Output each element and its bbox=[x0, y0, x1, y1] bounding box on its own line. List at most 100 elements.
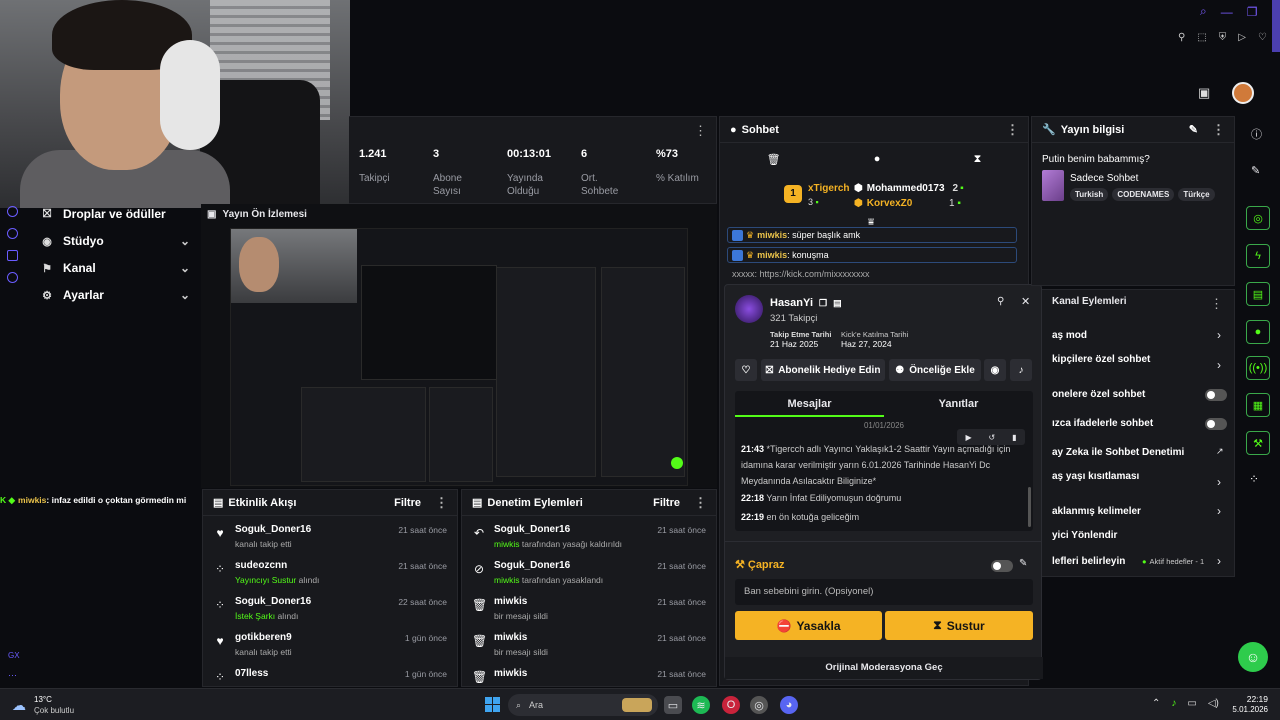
action-followers-only[interactable]: kipçilere özel sohbet bbox=[1052, 354, 1150, 365]
action-ai-moderation[interactable]: ay Zeka ile Sohbet Denetimi bbox=[1052, 447, 1184, 458]
gift-sub-button[interactable]: ⛝ Abonelik Hediye Edin bbox=[761, 359, 885, 381]
external-link-icon[interactable]: ↗ bbox=[1216, 446, 1224, 457]
restore-icon[interactable]: ❐ bbox=[1247, 5, 1258, 19]
moderation-menu-button[interactable]: ⋮ bbox=[694, 495, 707, 511]
feed-user[interactable]: miwkis bbox=[494, 596, 527, 607]
minimize-icon[interactable]: — bbox=[1221, 5, 1233, 19]
subs-only-toggle[interactable] bbox=[1205, 389, 1227, 401]
follow-heart-button[interactable]: ♡ bbox=[735, 359, 757, 381]
scrollbar[interactable] bbox=[1272, 0, 1280, 52]
theater-icon[interactable]: ▣ bbox=[1198, 85, 1210, 101]
more-icon[interactable]: ⋯ bbox=[8, 670, 17, 681]
pencil-icon[interactable]: ✎ bbox=[1251, 164, 1260, 177]
feed-user[interactable]: miwkis bbox=[494, 632, 527, 643]
steam-icon[interactable]: ◎ bbox=[750, 696, 768, 714]
activity-menu-button[interactable]: ⋮ bbox=[435, 495, 448, 511]
moderation-filter-button[interactable]: Filtre bbox=[653, 497, 680, 509]
feed-user[interactable]: gotikberen9 bbox=[235, 632, 292, 643]
history-message[interactable]: 22:19 en ön kotuğa geliceğim bbox=[741, 512, 859, 522]
chevron-right-icon[interactable]: › bbox=[1217, 554, 1221, 568]
chat-icon[interactable]: ● bbox=[1246, 320, 1270, 344]
heart-icon[interactable]: ♡ bbox=[1258, 32, 1267, 43]
tag[interactable]: CODENAMES bbox=[1112, 188, 1175, 201]
chat-bubble-icon[interactable]: ● bbox=[874, 153, 881, 165]
action-emote-only[interactable]: ızca ifadelerle sohbet bbox=[1052, 418, 1153, 429]
emote-only-toggle[interactable] bbox=[1205, 418, 1227, 430]
wrench-icon[interactable]: ⚒ bbox=[1246, 431, 1270, 455]
history-message[interactable]: 21:43 *Tigercch adlı Yayıncı Yaklaşık1-2… bbox=[741, 441, 1025, 489]
mic-icon[interactable]: ♪ bbox=[1171, 698, 1176, 709]
rail-icon[interactable] bbox=[7, 228, 18, 239]
feed-row[interactable]: ⁘ sudeozcnn Yayıncıyı Sustur alındı 21 saat… bbox=[203, 556, 457, 592]
chatter-row[interactable]: ⬢ Mohammed0173 2 ▪ bbox=[854, 183, 964, 194]
nav-channel[interactable]: ⚑ Kanal ⌄ bbox=[40, 258, 190, 278]
gear-icon[interactable] bbox=[7, 272, 18, 283]
channel-actions-menu-button[interactable]: ⋮ bbox=[1210, 296, 1223, 312]
stream-info-menu-button[interactable]: ⋮ bbox=[1212, 122, 1225, 138]
trash-icon[interactable]: 🗑 bbox=[767, 153, 781, 166]
trash-icon[interactable]: ▮ bbox=[1012, 433, 1016, 442]
moderation-icon[interactable]: ▦ bbox=[1246, 393, 1270, 417]
user-name[interactable]: HasanYi bbox=[770, 297, 813, 309]
chevron-up-icon[interactable]: ⌃ bbox=[1152, 698, 1160, 709]
help-button[interactable]: ☺ bbox=[1238, 642, 1268, 672]
kick-icon[interactable]: ⁘ bbox=[1249, 472, 1259, 486]
activity-filter-button[interactable]: Filtre bbox=[394, 497, 421, 509]
tab-replies[interactable]: Yanıtlar bbox=[884, 391, 1033, 417]
feed-row[interactable]: ↶ Soguk_Doner16 miwkis tarafından yasağı k… bbox=[462, 520, 716, 556]
clipboard-icon[interactable]: ▤ bbox=[1246, 282, 1270, 306]
tab-messages[interactable]: Mesajlar bbox=[735, 391, 884, 417]
category-thumbnail[interactable] bbox=[1042, 170, 1064, 201]
notes-icon[interactable]: ▤ bbox=[833, 298, 842, 309]
chat-message[interactable]: ♛ miwkis : süper başlık amk bbox=[727, 227, 1017, 243]
pin-icon[interactable]: ⚲ bbox=[997, 296, 1004, 307]
scrollbar[interactable] bbox=[1028, 487, 1031, 527]
avatar[interactable] bbox=[1232, 82, 1254, 104]
action-subs-only[interactable]: onelere özel sohbet bbox=[1052, 389, 1145, 400]
search-icon[interactable]: ⌕ bbox=[1200, 4, 1207, 19]
chat-message[interactable]: ♛ miwkis : konuşma bbox=[727, 247, 1017, 263]
tag[interactable]: Türkçe bbox=[1178, 188, 1215, 201]
history-message[interactable]: 22:18 Yarın İnfat Ediliyomuşun doğrumu bbox=[741, 493, 901, 503]
ban-reason-input[interactable]: Ban sebebini girin. (Opsiyonel) bbox=[735, 579, 1033, 605]
feed-user[interactable]: Soguk_Doner16 bbox=[235, 524, 311, 535]
task-view-icon[interactable]: ▭ bbox=[664, 696, 682, 714]
pin-icon[interactable]: ⚲ bbox=[1178, 32, 1185, 43]
feed-row[interactable]: 🗑 miwkis bir mesajı sildi 21 saat önce bbox=[462, 628, 716, 664]
action-raid[interactable]: yici Yönlendir bbox=[1052, 530, 1117, 541]
ticker-user[interactable]: miwkis bbox=[18, 495, 46, 505]
chat-menu-button[interactable]: ⋮ bbox=[1006, 122, 1019, 138]
hourglass-icon[interactable]: ⧗ bbox=[974, 153, 982, 166]
discord-icon[interactable]: ◕ bbox=[780, 696, 798, 714]
feed-row[interactable]: ⁘ Soguk_Doner16 İstek Şarkı alındı 22 saat … bbox=[203, 592, 457, 628]
record-icon[interactable]: ◎ bbox=[1246, 206, 1270, 230]
original-moderation-button[interactable]: Orijinal Moderasyona Geç bbox=[725, 657, 1043, 679]
popout-icon[interactable]: ⬚ bbox=[1197, 32, 1206, 43]
shield-icon[interactable]: ⛨ bbox=[1219, 32, 1227, 43]
volume-icon[interactable]: ◁) bbox=[1208, 698, 1219, 709]
feed-user[interactable]: sudeozcnn bbox=[235, 560, 287, 571]
play-icon[interactable]: ▶ bbox=[965, 433, 971, 442]
stats-menu-button[interactable]: ⋮ bbox=[694, 123, 707, 139]
tag[interactable]: Turkish bbox=[1070, 188, 1109, 201]
mic-button[interactable]: ♪ bbox=[1010, 359, 1032, 381]
network-icon[interactable]: ▭ bbox=[1187, 698, 1196, 709]
feed-row[interactable]: ♥ Soguk_Doner16 kanalı takip etti 21 saat ö… bbox=[203, 520, 457, 556]
pencil-icon[interactable]: ✎ bbox=[1019, 558, 1027, 569]
mute-button[interactable]: ⧗ Sustur bbox=[885, 611, 1033, 640]
clock-date[interactable]: 5.01.2026 bbox=[1224, 705, 1268, 714]
feed-user[interactable]: Soguk_Doner16 bbox=[494, 524, 570, 535]
nav-studio[interactable]: ◉ Stüdyo ⌄ bbox=[40, 231, 190, 251]
chevron-right-icon[interactable]: › bbox=[1217, 358, 1221, 372]
action-slow-mode[interactable]: aş mod bbox=[1052, 330, 1087, 341]
action-age-restriction[interactable]: aş yaşı kısıtlaması bbox=[1052, 471, 1139, 482]
weather-icon[interactable]: ☁ bbox=[12, 697, 26, 714]
pencil-icon[interactable]: ✎ bbox=[1189, 123, 1198, 136]
feed-user[interactable]: Soguk_Doner16 bbox=[494, 560, 570, 571]
feed-row[interactable]: 🗑 miwkis bir mesajı sildi 21 saat önce bbox=[462, 592, 716, 628]
spotify-icon[interactable]: ≋ bbox=[692, 696, 710, 714]
cross-toggle[interactable] bbox=[991, 560, 1013, 572]
rail-icon[interactable] bbox=[7, 206, 18, 217]
action-goals[interactable]: lefleri belirleyin bbox=[1052, 556, 1125, 567]
taskbar-search[interactable]: ⌕ Ara bbox=[508, 694, 658, 716]
